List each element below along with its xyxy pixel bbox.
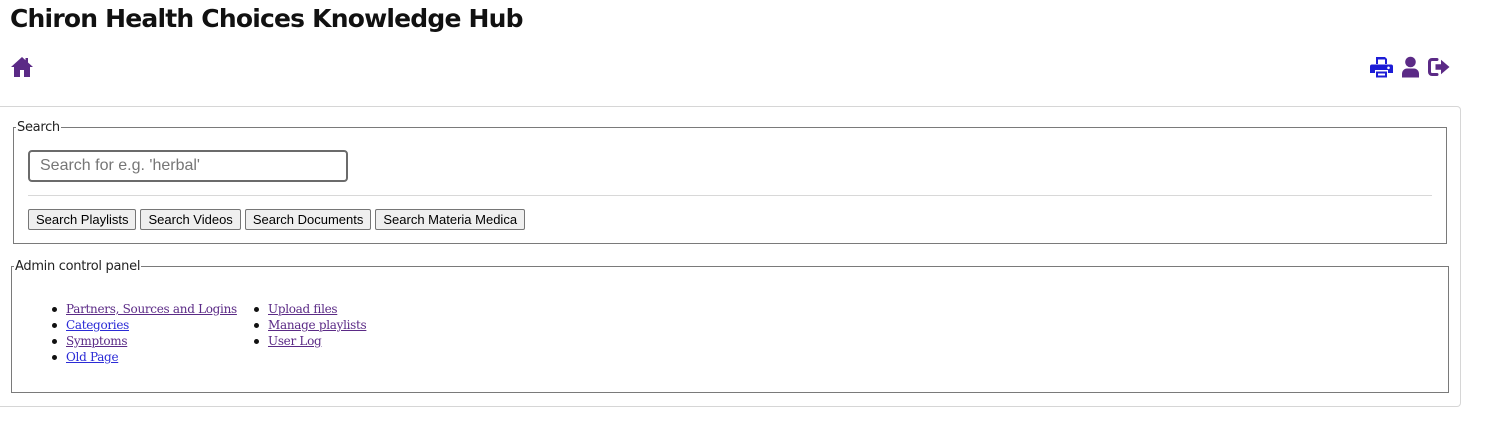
manage-playlists-link[interactable]: Manage playlists <box>268 318 367 332</box>
search-button-group: Search Playlists Search Videos Search Do… <box>28 209 526 230</box>
home-icon[interactable] <box>10 56 34 78</box>
upload-files-link[interactable]: Upload files <box>268 302 338 316</box>
admin-links-column-1: Partners, Sources and Logins Categories … <box>50 301 237 365</box>
sign-out-icon[interactable] <box>1428 56 1451 78</box>
page-title: Chiron Health Choices Knowledge Hub <box>10 4 524 33</box>
user-icon[interactable] <box>1399 56 1422 78</box>
search-input[interactable] <box>28 150 348 182</box>
list-item: User Log <box>252 333 366 349</box>
list-item: Old Page <box>50 349 237 365</box>
list-item: Manage playlists <box>252 317 367 333</box>
admin-links-column-2: Upload files Manage playlists User Log <box>252 301 367 349</box>
search-playlists-button[interactable]: Search Playlists <box>28 209 137 230</box>
search-videos-button[interactable]: Search Videos <box>140 209 241 230</box>
old-page-link[interactable]: Old Page <box>66 350 119 364</box>
admin-legend: Admin control panel <box>15 259 141 274</box>
list-item: Categories <box>50 317 237 333</box>
search-divider <box>28 195 1432 196</box>
user-log-link[interactable]: User Log <box>268 334 322 348</box>
list-item: Partners, Sources and Logins <box>50 301 237 317</box>
list-item: Upload files <box>252 301 366 317</box>
search-materia-medica-button[interactable]: Search Materia Medica <box>375 209 526 230</box>
search-legend: Search <box>17 120 60 135</box>
categories-link[interactable]: Categories <box>66 318 129 332</box>
search-documents-button[interactable]: Search Documents <box>244 209 372 230</box>
list-item: Symptoms <box>50 333 237 349</box>
partners-sources-logins-link[interactable]: Partners, Sources and Logins <box>66 302 237 316</box>
header-actions <box>1370 56 1451 78</box>
print-icon[interactable] <box>1370 56 1393 78</box>
symptoms-link[interactable]: Symptoms <box>66 334 128 348</box>
